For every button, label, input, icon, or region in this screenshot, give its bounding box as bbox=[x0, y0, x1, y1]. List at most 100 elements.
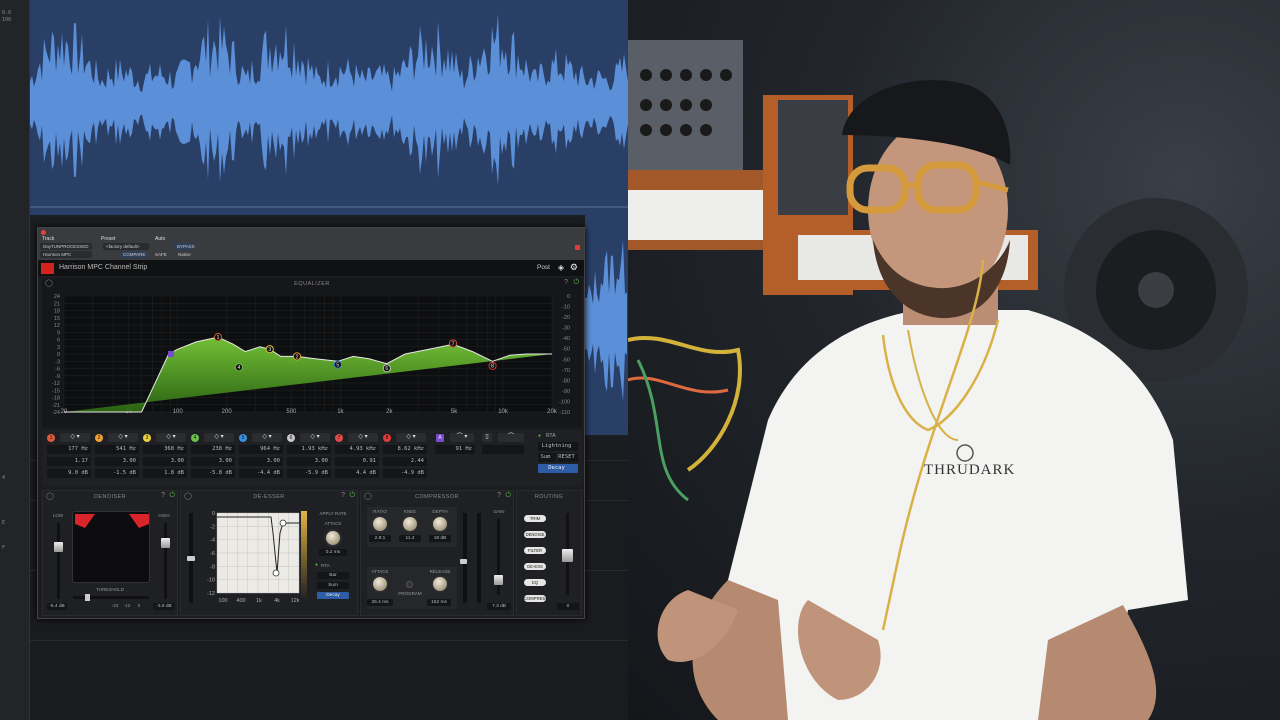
high-fader-handle[interactable] bbox=[161, 538, 170, 548]
bypass-button[interactable]: BYPASS bbox=[174, 243, 195, 250]
compare-button[interactable]: COMPARE bbox=[120, 251, 148, 258]
band-q[interactable]: 3.00 bbox=[95, 457, 139, 466]
hpf-shape-select[interactable]: ⌒ ▾ bbox=[450, 433, 474, 442]
band-q[interactable]: 3.00 bbox=[287, 457, 331, 466]
band-freq[interactable]: 1.93 kHz bbox=[287, 445, 331, 454]
lpf-freq[interactable] bbox=[482, 445, 524, 454]
low-value[interactable]: -5.4 dB bbox=[47, 603, 67, 610]
band-gain[interactable]: 9.0 dB bbox=[47, 469, 91, 478]
preset-selector[interactable]: <factory default> bbox=[103, 243, 149, 250]
band-freq[interactable]: 8.62 kHz bbox=[383, 445, 427, 454]
band-number[interactable]: 5 bbox=[239, 434, 247, 442]
gain-fader-handle[interactable] bbox=[494, 575, 503, 585]
band-shape-select[interactable]: ◇ ▾ bbox=[60, 433, 90, 442]
band-shape-select[interactable]: ◇ ▾ bbox=[396, 433, 426, 442]
low-fader-track[interactable] bbox=[57, 523, 60, 599]
audio-waveform-clip-tail[interactable] bbox=[585, 215, 628, 435]
band-freq[interactable]: 541 Hz bbox=[95, 445, 139, 454]
depth-knob[interactable] bbox=[433, 517, 447, 531]
post-mode-label[interactable]: Post bbox=[537, 264, 550, 271]
help-icon[interactable]: ? bbox=[497, 492, 501, 499]
eye-icon[interactable]: ◈ bbox=[558, 264, 564, 272]
rta-reset-button[interactable]: RESET bbox=[558, 453, 578, 462]
comp-attack-value[interactable]: 26.4 ms bbox=[367, 599, 393, 606]
knee-knob[interactable] bbox=[403, 517, 417, 531]
help-icon[interactable]: ? bbox=[161, 492, 165, 499]
hpf-node[interactable] bbox=[168, 351, 175, 357]
close-window-icon[interactable] bbox=[41, 230, 46, 235]
band-freq[interactable]: 368 Hz bbox=[143, 445, 187, 454]
output-fader-handle[interactable] bbox=[562, 549, 573, 562]
compressor-power-icon[interactable]: ⏻ bbox=[505, 492, 511, 500]
band-number[interactable]: 8 bbox=[383, 434, 391, 442]
knee-value[interactable]: 11.4 bbox=[399, 535, 421, 542]
release-knob[interactable] bbox=[433, 577, 447, 591]
band-number[interactable]: 7 bbox=[335, 434, 343, 442]
hpf-freq[interactable]: 91 Hz bbox=[435, 445, 475, 454]
band-shape-select[interactable]: ◇ ▾ bbox=[300, 433, 330, 442]
eq-power-icon[interactable]: ⏻ bbox=[573, 279, 579, 287]
rta-power-icon[interactable]: ● bbox=[315, 562, 318, 568]
ratio-knob[interactable] bbox=[373, 517, 387, 531]
help-icon[interactable]: ? bbox=[564, 279, 568, 286]
band-q[interactable]: 3.00 bbox=[239, 457, 283, 466]
low-fader-handle[interactable] bbox=[54, 542, 63, 552]
denoiser-display[interactable] bbox=[72, 511, 150, 583]
track-selector[interactable]: DayTUNPROCESSED bbox=[40, 243, 92, 250]
rta-type-select[interactable]: Sum bbox=[317, 582, 349, 589]
rta-decay-slider[interactable]: Decay bbox=[317, 592, 349, 599]
routing-eq-button[interactable]: EQ bbox=[524, 579, 546, 586]
release-value[interactable]: 152 ms bbox=[427, 599, 451, 606]
high-value[interactable]: -3.8 dB bbox=[153, 603, 175, 610]
band-gain[interactable]: -4.9 dB bbox=[383, 469, 427, 478]
band-number[interactable]: 3 bbox=[143, 434, 151, 442]
band-q[interactable]: 3.00 bbox=[143, 457, 187, 466]
comp-attack-knob[interactable] bbox=[373, 577, 387, 591]
de-esser-power-icon[interactable]: ⏻ bbox=[349, 492, 355, 500]
safe-button[interactable]: SAFE bbox=[152, 251, 168, 258]
band-gain[interactable]: -4.4 dB bbox=[239, 469, 283, 478]
band-freq[interactable]: 177 Hz bbox=[47, 445, 91, 454]
band-gain[interactable]: 1.8 dB bbox=[143, 469, 187, 478]
rta-mode-select[interactable]: Lightning bbox=[538, 442, 578, 451]
program-toggle[interactable] bbox=[406, 581, 413, 588]
band-shape-select[interactable]: ◇ ▾ bbox=[156, 433, 186, 442]
depth-value[interactable]: 18 dB bbox=[429, 535, 451, 542]
band-gain[interactable]: -5.8 dB bbox=[191, 469, 235, 478]
rta-decay-slider[interactable]: Decay bbox=[538, 464, 578, 473]
band-q[interactable]: 2.44 bbox=[383, 457, 427, 466]
band-freq[interactable]: 238 Hz bbox=[191, 445, 235, 454]
gear-icon[interactable]: ⚙ bbox=[570, 263, 578, 272]
band-gain[interactable]: -1.5 dB bbox=[95, 469, 139, 478]
audio-waveform-clip[interactable] bbox=[30, 0, 628, 215]
high-fader-track[interactable] bbox=[164, 523, 167, 599]
attack-value[interactable]: 0.2 ms bbox=[319, 549, 347, 556]
band-gain[interactable]: -5.9 dB bbox=[287, 469, 331, 478]
gain-value[interactable]: 7.3 dB bbox=[487, 603, 511, 610]
de-esser-attack-knob[interactable] bbox=[326, 531, 340, 545]
rta-power-icon[interactable]: ● bbox=[538, 433, 541, 439]
de-esser-graph[interactable]: 0 -2 -4 -6 -8 -10 -12100 400 1k 4k 12k bbox=[203, 509, 303, 613]
band-number[interactable]: 6 bbox=[287, 434, 295, 442]
ratio-value[interactable]: 2.8:1 bbox=[369, 535, 391, 542]
band-q[interactable]: 0.91 bbox=[335, 457, 379, 466]
de-esser-gain-handle[interactable] bbox=[187, 556, 195, 561]
band-freq[interactable]: 4.93 kHz bbox=[335, 445, 379, 454]
rta-mode-select[interactable]: Bar bbox=[317, 572, 349, 579]
band-shape-select[interactable]: ◇ ▾ bbox=[252, 433, 282, 442]
routing-trim-button[interactable]: TRIM bbox=[524, 515, 546, 522]
lpf-shape-select[interactable]: ⌒ bbox=[498, 433, 524, 442]
help-icon[interactable]: ? bbox=[341, 492, 345, 499]
routing-filter-button[interactable]: FILTER bbox=[524, 547, 546, 554]
band-shape-select[interactable]: ◇ ▾ bbox=[348, 433, 378, 442]
band-q[interactable]: 3.00 bbox=[191, 457, 235, 466]
output-value[interactable]: 0 bbox=[557, 603, 579, 610]
comp-threshold-handle[interactable] bbox=[460, 559, 467, 564]
rta-type-select[interactable]: Sum bbox=[538, 453, 556, 462]
band-number[interactable]: 1 bbox=[47, 434, 55, 442]
band-freq[interactable]: 964 Hz bbox=[239, 445, 283, 454]
band-shape-select[interactable]: ◇ ▾ bbox=[108, 433, 138, 442]
band-number[interactable]: 4 bbox=[191, 434, 199, 442]
de-esser-node[interactable] bbox=[272, 569, 280, 577]
threshold-handle[interactable] bbox=[85, 594, 90, 601]
